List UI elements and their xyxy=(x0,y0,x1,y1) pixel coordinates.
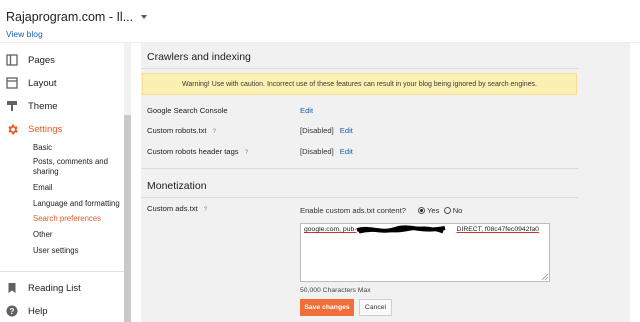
status-text: [Disabled] xyxy=(300,126,334,135)
redaction-scribble xyxy=(356,225,446,234)
warning-banner: Warning! Use with caution. Incorrect use… xyxy=(142,73,577,95)
ads-txt-value-start: google.com, pub- xyxy=(304,226,357,233)
ads-txt-value-end: DIRECT, f08c47fec0942fa0 xyxy=(456,226,539,233)
pages-icon xyxy=(5,53,19,67)
resize-handle[interactable] xyxy=(542,274,548,280)
sub-item-basic[interactable]: Basic xyxy=(33,143,123,153)
sidebar-item-label: Theme xyxy=(28,100,58,112)
top-bar: Rajaprogram.com - Il... View blog xyxy=(0,0,640,43)
help-icon[interactable]: ? xyxy=(245,149,249,156)
section-divider xyxy=(141,168,578,169)
ads-enable-question-text: Enable custom ads.txt content? xyxy=(300,206,406,215)
cancel-button[interactable]: Cancel xyxy=(359,299,392,316)
sub-item-other[interactable]: Other xyxy=(33,230,123,240)
edit-link[interactable]: Edit xyxy=(340,126,353,135)
section-title-monetization: Monetization xyxy=(147,180,207,192)
section-title-crawlers: Crawlers and indexing xyxy=(147,51,251,63)
sidebar-item-settings[interactable]: Settings xyxy=(0,119,124,139)
char-max-text: 50,000 Characters Max xyxy=(300,287,371,294)
view-blog-link[interactable]: View blog xyxy=(6,29,43,39)
sub-item-search-preferences[interactable]: Search preferences xyxy=(33,214,123,224)
sidebar-item-pages[interactable]: Pages xyxy=(0,50,124,70)
sidebar-item-help[interactable]: ? Help xyxy=(0,301,124,321)
custom-ads-label: Custom ads.txt? xyxy=(147,204,207,213)
custom-robots-header-value: [Disabled] Edit xyxy=(300,147,353,156)
sidebar: Pages Layout Theme Settings Basic Posts,… xyxy=(0,43,131,322)
sub-item-email[interactable]: Email xyxy=(33,183,123,193)
radio-no-label[interactable]: No xyxy=(453,206,463,215)
custom-robots-label-text: Custom robots.txt xyxy=(147,126,207,135)
sidebar-item-reading-list[interactable]: Reading List xyxy=(0,278,124,298)
help-icon[interactable]: ? xyxy=(204,206,208,213)
edit-link[interactable]: Edit xyxy=(300,106,313,115)
svg-text:?: ? xyxy=(10,307,15,316)
save-button[interactable]: Save changes xyxy=(300,299,354,316)
custom-ads-label-text: Custom ads.txt xyxy=(147,204,198,213)
sidebar-item-theme[interactable]: Theme xyxy=(0,96,124,116)
layout-icon xyxy=(5,76,19,90)
google-search-console-edit: Edit xyxy=(300,106,313,115)
custom-robots-label: Custom robots.txt? xyxy=(147,126,216,135)
sub-item-language-formatting[interactable]: Language and formatting xyxy=(33,199,123,209)
radio-no[interactable] xyxy=(443,207,451,214)
sub-item-user-settings[interactable]: User settings xyxy=(33,246,123,256)
bookmark-icon xyxy=(5,281,19,295)
blog-selector[interactable]: Rajaprogram.com - Il... xyxy=(6,10,148,24)
sidebar-item-label: Layout xyxy=(28,77,57,89)
sub-item-posts-comments-sharing[interactable]: Posts, comments and sharing xyxy=(33,157,123,177)
sidebar-item-label: Settings xyxy=(28,123,63,135)
status-text: [Disabled] xyxy=(300,147,334,156)
help-icon: ? xyxy=(5,304,19,318)
custom-robots-header-label-text: Custom robots header tags xyxy=(147,147,239,156)
sidebar-item-label: Reading List xyxy=(28,282,81,294)
chevron-down-icon[interactable] xyxy=(141,15,148,19)
ads-txt-textarea[interactable]: google.com, pub- DIRECT, f08c47fec0942fa0 xyxy=(300,223,550,282)
section-divider xyxy=(141,68,578,69)
help-icon[interactable]: ? xyxy=(213,128,217,135)
custom-robots-header-label: Custom robots header tags? xyxy=(147,147,248,156)
custom-robots-value: [Disabled] Edit xyxy=(300,126,353,135)
sidebar-scrollbar-thumb[interactable] xyxy=(124,115,131,322)
section-divider xyxy=(141,197,578,198)
radio-yes-label[interactable]: Yes xyxy=(427,206,439,215)
ads-enable-question: Enable custom ads.txt content? Yes No xyxy=(300,206,462,215)
sidebar-divider xyxy=(0,271,124,272)
gear-icon xyxy=(5,122,19,136)
theme-icon xyxy=(5,99,19,113)
google-search-console-label: Google Search Console xyxy=(147,106,228,115)
blog-title[interactable]: Rajaprogram.com - Il... xyxy=(6,10,133,24)
edit-link[interactable]: Edit xyxy=(340,147,353,156)
sidebar-item-label: Help xyxy=(28,305,48,317)
sidebar-item-layout[interactable]: Layout xyxy=(0,73,124,93)
sidebar-item-label: Pages xyxy=(28,54,55,66)
radio-yes[interactable] xyxy=(418,207,426,214)
